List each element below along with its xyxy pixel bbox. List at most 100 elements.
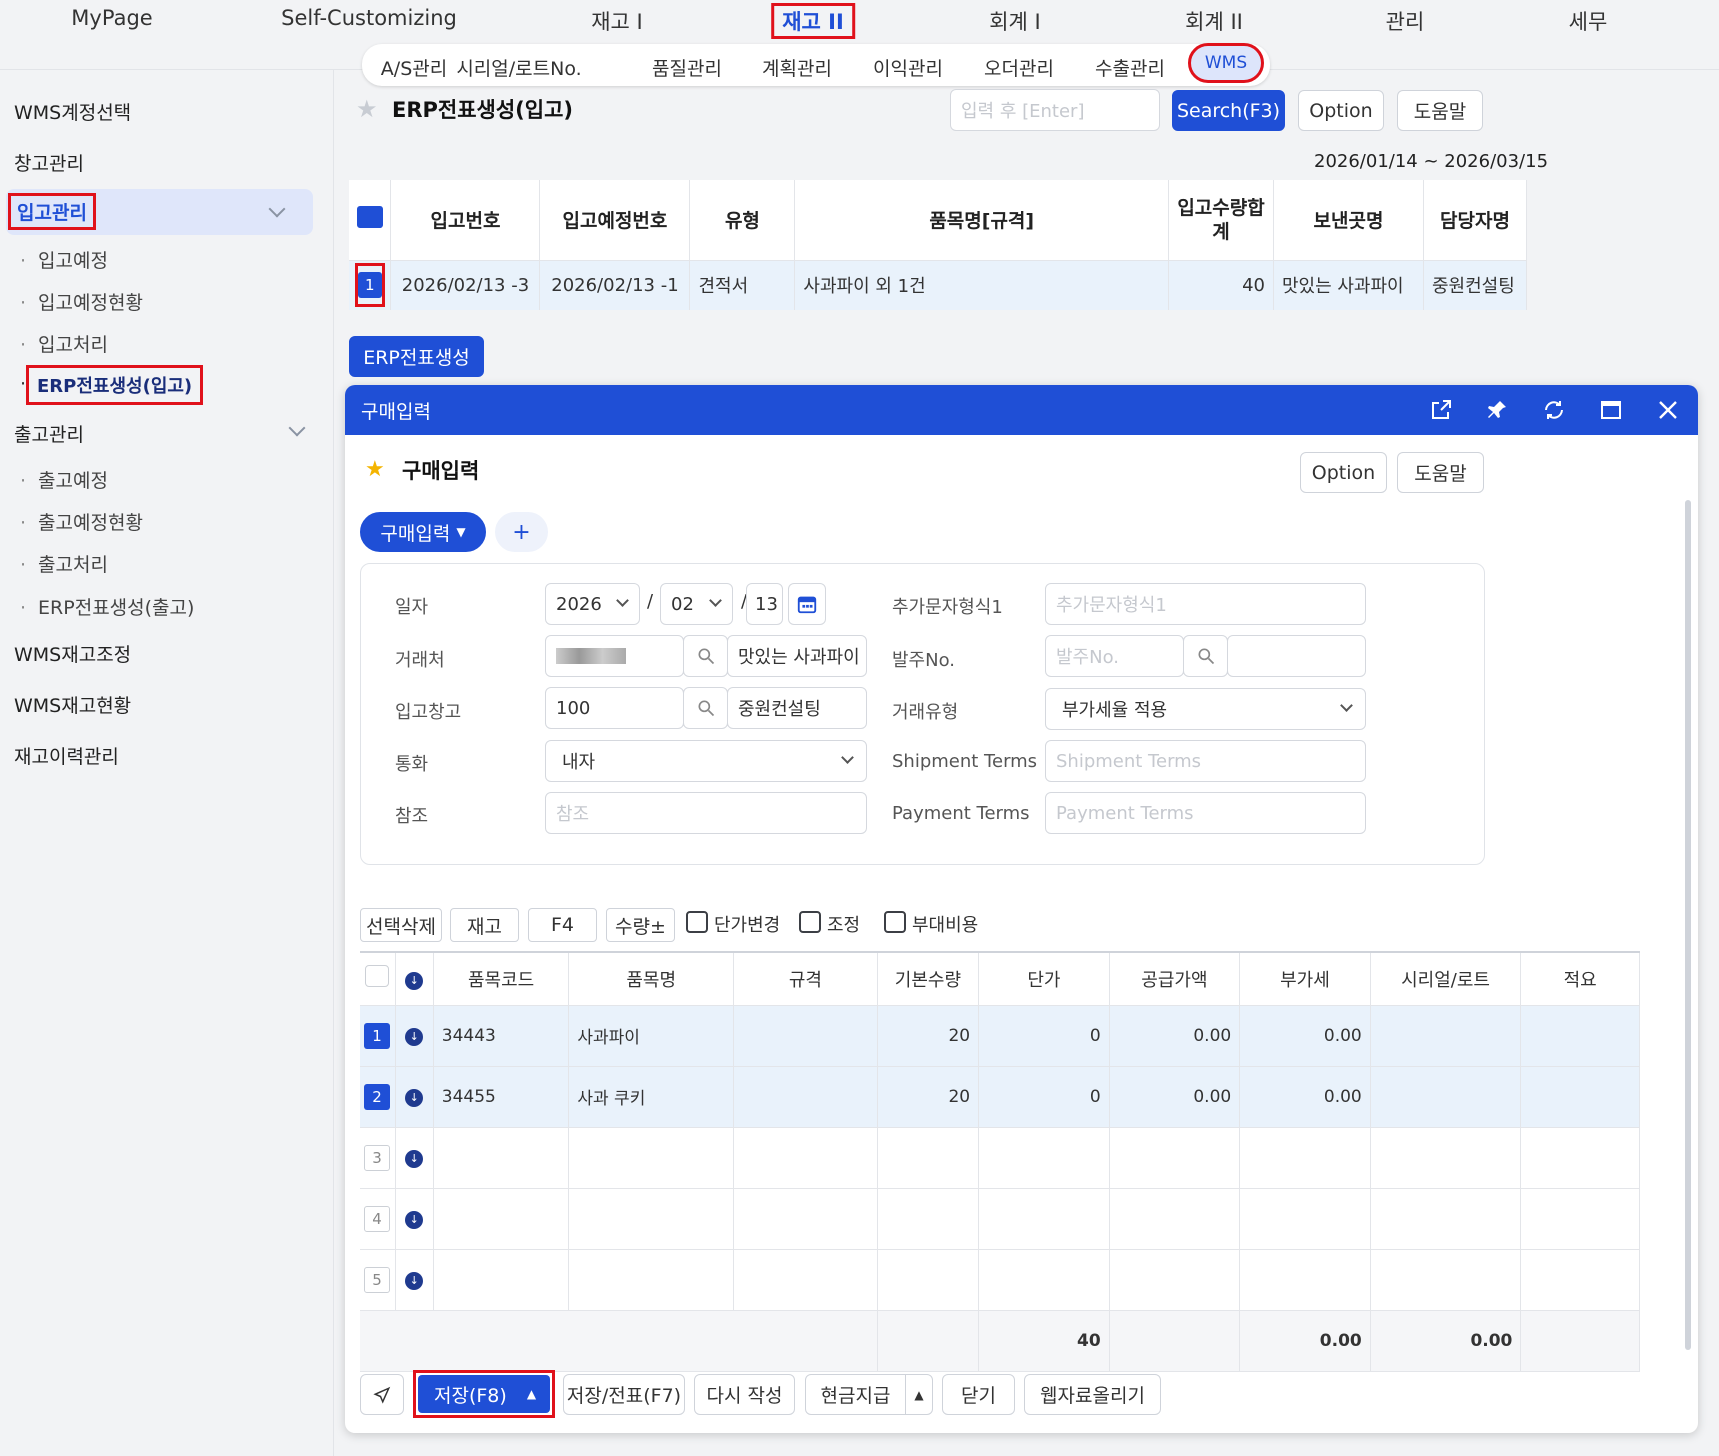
save-button[interactable]: 저장(F8) ▲ [418, 1375, 550, 1413]
col-planned-no[interactable]: 입고예정번호 [539, 180, 691, 261]
cell-vat[interactable]: 0.00 [1239, 1005, 1371, 1067]
cell-qty[interactable] [877, 1127, 980, 1189]
col-item[interactable]: 품목명[규격] [794, 180, 1170, 261]
vendor-name-input[interactable]: 맛있는 사과파이 [727, 635, 867, 677]
grid-col-supply[interactable]: 공급가액 [1109, 952, 1241, 1006]
po-extra-input[interactable] [1227, 635, 1366, 677]
sidebar-item-shipping[interactable]: 출고관리 [14, 420, 84, 447]
qty-adjust-button[interactable]: 수량± [606, 908, 675, 942]
col-qty-total[interactable]: 입고수량합계 [1168, 180, 1274, 261]
pin-icon[interactable] [1485, 398, 1509, 422]
select-all-checkbox[interactable] [365, 965, 390, 988]
cell-supply[interactable] [1109, 1127, 1241, 1189]
price-change-checkbox[interactable] [686, 911, 708, 933]
sidebar-item-wms-account[interactable]: WMS계정선택 [14, 98, 131, 125]
send-button[interactable] [360, 1374, 404, 1415]
save-slip-button[interactable]: 저장/전표(F7) [563, 1374, 685, 1415]
close-icon[interactable] [1656, 398, 1680, 422]
extra-cost-checkbox[interactable] [884, 911, 906, 933]
grid-col-name[interactable]: 품목명 [568, 952, 735, 1006]
month-select[interactable]: 02 [660, 583, 733, 625]
refresh-icon[interactable] [1542, 398, 1566, 422]
subnav-profit[interactable]: 이익관리 [873, 54, 943, 81]
close-button[interactable]: 닫기 [942, 1374, 1015, 1415]
chevron-down-icon[interactable] [288, 419, 306, 437]
topnav-inventory-2[interactable]: 재고 II [771, 3, 855, 39]
grid-col-spec[interactable]: 규격 [733, 952, 878, 1006]
search-input[interactable]: 입력 후 [Enter] [950, 89, 1160, 131]
row-number[interactable]: 5 [360, 1249, 396, 1311]
option-button[interactable]: Option [1298, 90, 1384, 131]
cell-name[interactable] [568, 1188, 735, 1250]
cash-payment-button[interactable]: 현금지급 [805, 1374, 906, 1415]
cell-serial[interactable] [1370, 1005, 1522, 1067]
vendor-search-button[interactable] [683, 635, 728, 677]
topnav-mypage[interactable]: MyPage [71, 6, 152, 30]
col-sender[interactable]: 보낸곳명 [1273, 180, 1424, 261]
topnav-tax[interactable]: 세무 [1569, 6, 1608, 36]
cell-price[interactable]: 0 [978, 1005, 1110, 1067]
row-expand[interactable]: ↓ [395, 1249, 434, 1311]
sidebar-subitem-erp-slip-receiving[interactable]: ERP전표생성(입고) [26, 365, 204, 405]
cell-spec[interactable] [733, 1005, 878, 1067]
caret-up-icon[interactable]: ▲ [527, 1387, 536, 1401]
shipment-terms-input[interactable]: Shipment Terms [1045, 740, 1366, 782]
cell-price[interactable] [978, 1249, 1110, 1311]
cell-name[interactable]: 사과 쿠키 [568, 1066, 735, 1128]
cell-qty[interactable]: 20 [877, 1005, 980, 1067]
trade-type-select[interactable]: 부가세율 적용 [1045, 688, 1366, 730]
rewrite-button[interactable]: 다시 작성 [694, 1374, 795, 1415]
cell-supply[interactable]: 0.00 [1109, 1005, 1241, 1067]
sidebar-subitem-receiving-plan-status[interactable]: 입고예정현황 [20, 288, 143, 315]
table-row[interactable]: 2 ↓ 34455 사과 쿠키 20 0 0.00 0.00 [360, 1066, 1640, 1128]
cell-supply[interactable] [1109, 1249, 1241, 1311]
subnav-as[interactable]: A/S관리 [381, 54, 447, 81]
cell-code[interactable]: 34455 [433, 1066, 570, 1128]
sidebar-item-wms-adjust[interactable]: WMS재고조정 [14, 640, 131, 667]
sidebar-subitem-erp-slip-shipping[interactable]: ERP전표생성(출고) [20, 593, 194, 620]
cell-code[interactable]: 34443 [433, 1005, 570, 1067]
cell-price[interactable] [978, 1127, 1110, 1189]
calendar-button[interactable] [788, 583, 826, 625]
search-button[interactable]: Search(F3) [1172, 90, 1285, 131]
add-tab-button[interactable]: + [495, 512, 548, 552]
row-select[interactable]: 1 [349, 260, 392, 310]
grid-col-serial[interactable]: 시리얼/로트 [1370, 952, 1522, 1006]
row-number[interactable]: 4 [360, 1188, 396, 1250]
currency-select[interactable]: 내자 [545, 740, 867, 782]
external-link-icon[interactable] [1429, 398, 1453, 422]
table-row[interactable]: 5 ↓ [360, 1249, 1640, 1311]
topnav-self-customizing[interactable]: Self-Customizing [281, 6, 457, 30]
sidebar-item-inventory-history[interactable]: 재고이력관리 [14, 742, 119, 769]
cell-qty[interactable] [877, 1249, 980, 1311]
cell-code[interactable] [433, 1188, 570, 1250]
row-expand[interactable]: ↓ [395, 1066, 434, 1128]
cell-code[interactable] [433, 1127, 570, 1189]
subnav-export[interactable]: 수출관리 [1095, 54, 1165, 81]
subnav-planning[interactable]: 계획관리 [762, 54, 832, 81]
cell-serial[interactable] [1370, 1066, 1522, 1128]
row-number[interactable]: 1 [360, 1005, 396, 1067]
cell-supply[interactable]: 0.00 [1109, 1066, 1241, 1128]
topnav-inventory-1[interactable]: 재고 I [591, 6, 643, 36]
subnav-wms[interactable]: WMS [1188, 43, 1264, 83]
cell-name[interactable]: 사과파이 [568, 1005, 735, 1067]
reference-input[interactable]: 참조 [545, 792, 867, 834]
maximize-icon[interactable] [1599, 398, 1623, 422]
sidebar-subitem-receiving-process[interactable]: 입고처리 [20, 330, 108, 357]
table-row[interactable]: 4 ↓ [360, 1188, 1640, 1250]
grid-select-all[interactable] [360, 952, 396, 1006]
cell-serial[interactable] [1370, 1188, 1522, 1250]
col-type[interactable]: 유형 [689, 180, 796, 261]
grid-col-qty[interactable]: 기본수량 [877, 952, 980, 1006]
sidebar-item-receiving[interactable]: 입고관리 [6, 189, 313, 235]
modal-option-button[interactable]: Option [1300, 452, 1387, 493]
cell-spec[interactable] [733, 1249, 878, 1311]
subnav-quality[interactable]: 품질관리 [652, 54, 722, 81]
cell-supply[interactable] [1109, 1188, 1241, 1250]
star-icon[interactable]: ★ [365, 457, 385, 482]
cell-note[interactable] [1520, 1188, 1640, 1250]
star-icon[interactable]: ★ [356, 95, 378, 123]
topnav-accounting-2[interactable]: 회계 II [1185, 6, 1243, 36]
row-expand[interactable]: ↓ [395, 1188, 434, 1250]
